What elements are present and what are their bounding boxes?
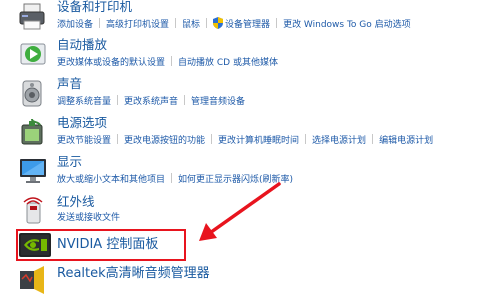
link-separator [211,134,213,144]
display-links: 放大或缩小文本和其他项目 如何更正显示器闪烁(刷新率) [57,173,293,186]
power-options-title[interactable]: 电源选项 [57,115,107,131]
choose-power-plan-link[interactable]: 选择电源计划 [312,136,366,146]
printer-icon[interactable] [18,2,48,32]
power-options-links: 更改节能设置 更改电源按钮的功能 更改计算机睡眠时间 选择电源计划 编辑电源计划 [57,134,433,147]
power-options-icon[interactable] [18,117,48,147]
zoom-text-link[interactable]: 放大或缩小文本和其他项目 [57,175,165,185]
change-power-saving-link[interactable]: 更改节能设置 [57,136,111,146]
change-system-sounds-link[interactable]: 更改系统声音 [124,97,178,107]
link-separator [276,18,278,28]
display-icon[interactable] [18,156,48,186]
sound-title[interactable]: 声音 [57,76,82,92]
link-separator [206,18,208,28]
sound-links: 调整系统音量 更改系统声音 管理音频设备 [57,95,245,108]
autoplay-title[interactable]: 自动播放 [57,37,107,53]
send-receive-files-link[interactable]: 发送或接收文件 [57,213,120,223]
edit-power-plan-link[interactable]: 编辑电源计划 [379,136,433,146]
link-separator [372,134,374,144]
link-separator [305,134,307,144]
uac-shield-icon [213,17,224,29]
mouse-link[interactable]: 鼠标 [182,20,200,30]
manage-audio-devices-link[interactable]: 管理音频设备 [191,97,245,107]
change-power-button-link[interactable]: 更改电源按钮的功能 [124,136,205,146]
change-sleep-time-link[interactable]: 更改计算机睡眠时间 [218,136,299,146]
windows-to-go-link[interactable]: 更改 Windows To Go 启动选项 [283,20,411,30]
link-separator [99,18,101,28]
add-device-link[interactable]: 添加设备 [57,20,93,30]
infrared-links: 发送或接收文件 [57,212,120,224]
infrared-title[interactable]: 红外线 [57,194,95,210]
link-separator [171,56,173,66]
infrared-icon[interactable] [18,195,48,225]
link-separator [117,95,119,105]
device-manager-link[interactable]: 设备管理器 [225,20,270,30]
fix-flicker-link[interactable]: 如何更正显示器闪烁(刷新率) [178,175,293,185]
change-default-media-settings-link[interactable]: 更改媒体或设备的默认设置 [57,58,165,68]
display-title[interactable]: 显示 [57,154,82,170]
realtek-audio-manager-title[interactable]: Realtek高清晰音频管理器 [57,266,210,282]
devices-printers-title[interactable]: 设备和打印机 [57,0,132,15]
link-separator [175,18,177,28]
link-separator [117,134,119,144]
autoplay-links: 更改媒体或设备的默认设置 自动播放 CD 或其他媒体 [57,56,278,69]
red-highlight-box [16,229,186,261]
autoplay-cd-link[interactable]: 自动播放 CD 或其他媒体 [178,58,278,68]
devices-printers-links: 添加设备 高级打印机设置 鼠标 设备管理器 更改 Windows To Go 启动选项 [57,17,411,31]
speaker-icon[interactable] [18,79,48,109]
realtek-audio-icon[interactable] [18,265,48,295]
link-separator [184,95,186,105]
link-separator [171,173,173,183]
autoplay-icon[interactable] [18,40,48,70]
advanced-printer-setup-link[interactable]: 高级打印机设置 [106,20,169,30]
adjust-volume-link[interactable]: 调整系统音量 [57,97,111,107]
